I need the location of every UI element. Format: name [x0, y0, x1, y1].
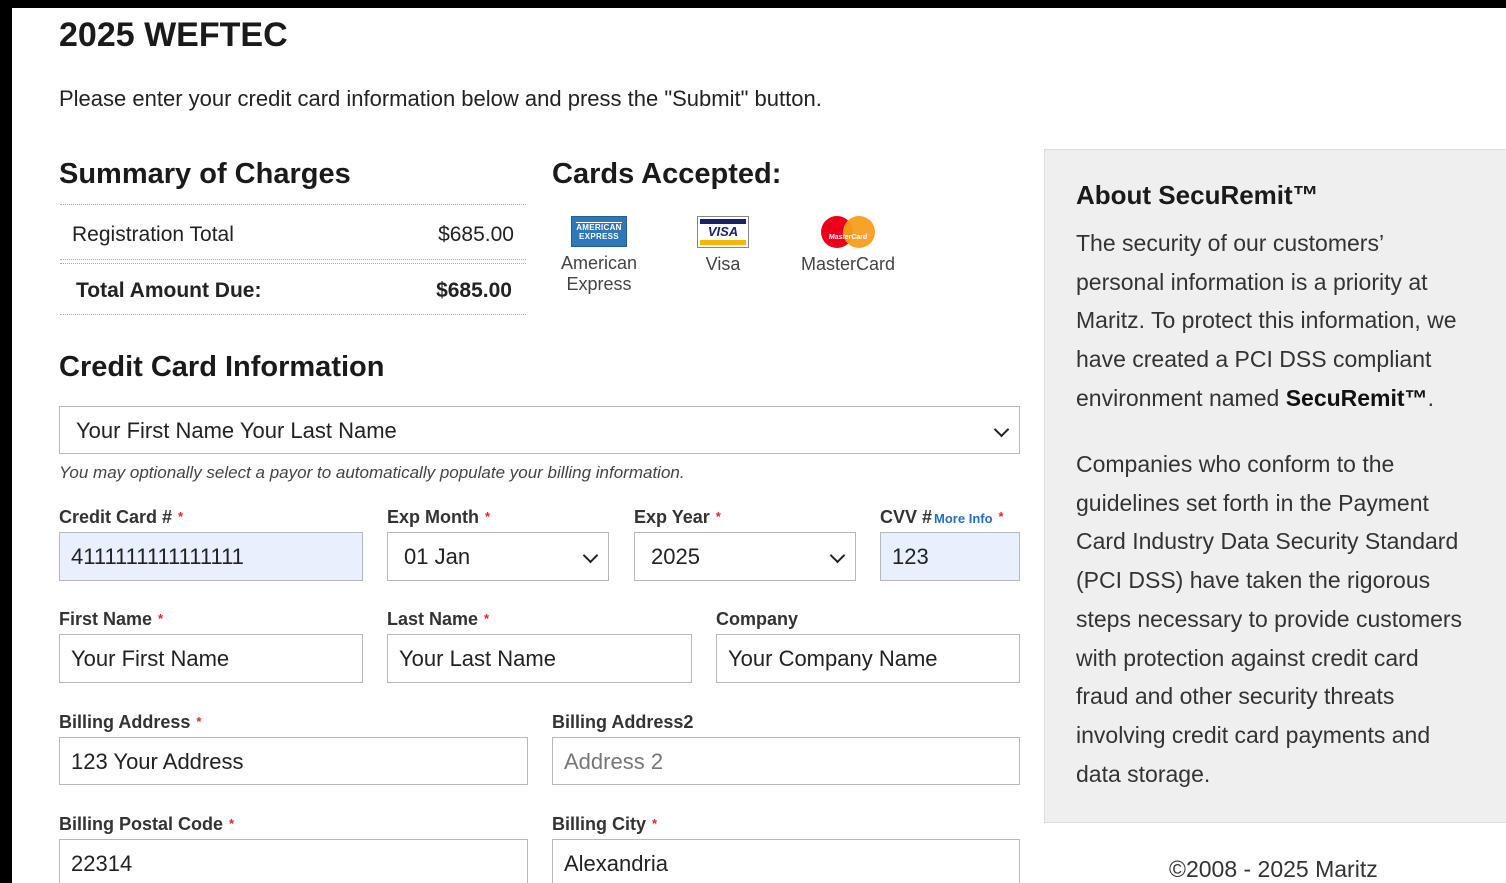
summary-divider — [60, 263, 526, 264]
summary-row-label: Registration Total — [72, 223, 234, 246]
payor-select[interactable]: Your First Name Your Last Name — [59, 406, 1020, 454]
billing-city-input[interactable]: Alexandria — [552, 839, 1020, 883]
exp-year-value: 2025 — [651, 544, 700, 569]
required-marker: * — [196, 714, 202, 729]
visa-logo-icon: VISA — [697, 216, 749, 248]
securemit-sidebar: About SecuRemit™ The security of our cus… — [1044, 149, 1506, 823]
summary-heading: Summary of Charges — [59, 158, 351, 190]
summary-divider — [60, 314, 526, 315]
sidebar-heading: About SecuRemit™ — [1076, 180, 1319, 210]
summary-row-label: Total Amount Due: — [76, 279, 262, 302]
summary-divider — [60, 204, 526, 205]
first-name-label: First Name * — [59, 609, 164, 629]
copyright-footer: ©2008 - 2025 Maritz — [1169, 856, 1378, 882]
exp-month-label: Exp Month * — [387, 507, 491, 527]
window-frame-top — [0, 0, 1506, 8]
payor-hint: You may optionally select a payor to aut… — [59, 463, 685, 482]
required-marker: * — [998, 509, 1004, 524]
first-name-input[interactable]: Your First Name — [59, 634, 363, 683]
window-frame-left — [0, 0, 12, 883]
cvv-label: CVV # More Info * — [880, 507, 1004, 527]
card-visa: VISA Visa — [683, 216, 763, 275]
amex-logo-icon: AMERICAN EXPRESS — [571, 216, 627, 247]
card-label: Express — [566, 274, 632, 294]
required-marker: * — [158, 611, 164, 626]
required-marker: * — [652, 816, 658, 831]
summary-row-value: $685.00 — [438, 223, 514, 246]
summary-row-value: $685.00 — [436, 279, 512, 302]
exp-year-label: Exp Year * — [634, 507, 721, 527]
required-marker: * — [484, 611, 490, 626]
card-number-label: Credit Card # * — [59, 507, 184, 527]
sidebar-paragraph-1: The security of our customers’ personal … — [1076, 230, 1457, 411]
billing-address-input[interactable]: 123 Your Address — [59, 737, 528, 785]
summary-divider — [60, 259, 526, 260]
billing-address2-label: Billing Address2 — [552, 712, 694, 732]
card-label: Visa — [705, 254, 741, 274]
exp-year-select[interactable]: 2025 — [634, 532, 856, 581]
required-marker: * — [178, 509, 184, 524]
required-marker: * — [229, 816, 235, 831]
last-name-label: Last Name * — [387, 609, 490, 629]
billing-city-label: Billing City * — [552, 814, 658, 834]
cvv-more-info-link[interactable]: More Info — [934, 511, 993, 526]
payor-select-value: Your First Name Your Last Name — [76, 418, 397, 443]
exp-month-value: 01 Jan — [404, 544, 471, 569]
billing-postal-label: Billing Postal Code * — [59, 814, 235, 834]
card-label: MasterCard — [800, 254, 896, 274]
billing-address-label: Billing Address * — [59, 712, 202, 732]
company-input[interactable]: Your Company Name — [716, 634, 1020, 683]
sidebar-paragraph-2: Companies who conform to the guidelines … — [1076, 451, 1463, 787]
exp-month-select[interactable]: 01 Jan — [387, 532, 609, 581]
cards-heading: Cards Accepted: — [552, 158, 782, 190]
page-title: 2025 WEFTEC — [59, 16, 288, 54]
mastercard-logo-icon: MasterCard — [820, 216, 876, 248]
billing-postal-input[interactable]: 22314 — [59, 839, 528, 883]
last-name-input[interactable]: Your Last Name — [387, 634, 692, 683]
card-number-input[interactable]: 4111111111111111 — [59, 532, 363, 581]
card-label: American — [560, 253, 638, 273]
company-label: Company — [716, 609, 799, 629]
card-amex: AMERICAN EXPRESS American Express — [549, 216, 649, 295]
intro-text: Please enter your credit card informatio… — [59, 86, 822, 111]
required-marker: * — [715, 509, 721, 524]
cc-heading: Credit Card Information — [59, 351, 385, 383]
required-marker: * — [485, 509, 491, 524]
billing-address2-input[interactable]: Address 2 — [552, 737, 1020, 785]
card-mastercard: MasterCard MasterCard — [798, 216, 898, 275]
cvv-input[interactable]: 123 — [880, 532, 1020, 581]
